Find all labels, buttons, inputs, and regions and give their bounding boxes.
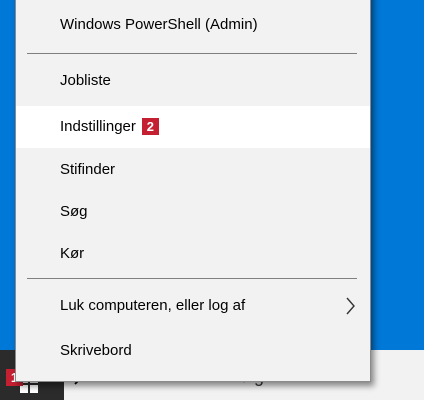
menu-item-search[interactable]: Søg (16, 191, 370, 233)
menu-item-label: Søg (60, 203, 88, 220)
menu-item-label: Windows PowerShell (Admin) (60, 16, 258, 33)
menu-separator (27, 53, 357, 54)
menu-item-label: Indstillinger (60, 118, 136, 135)
menu-item-shutdown-signout[interactable]: Luk computeren, eller log af (16, 285, 370, 327)
menu-item-file-explorer[interactable]: Stifinder (16, 149, 370, 191)
winx-context-menu: Windows PowerShell (Admin) Jobliste Inds… (15, 0, 371, 382)
chevron-right-icon (346, 297, 355, 315)
menu-item-label: Luk computeren, eller log af (60, 297, 246, 314)
menu-item-run[interactable]: Kør (16, 233, 370, 275)
menu-item-powershell-admin[interactable]: Windows PowerShell (Admin) (16, 4, 370, 46)
menu-item-label: Skrivebord (60, 342, 132, 359)
menu-item-desktop[interactable]: Skrivebord (16, 330, 370, 372)
menu-item-settings[interactable]: Indstillinger 2 (16, 106, 370, 148)
menu-separator (27, 278, 357, 279)
menu-item-task-manager[interactable]: Jobliste (16, 60, 370, 102)
menu-item-label: Stifinder (60, 161, 116, 178)
menu-item-label: Jobliste (60, 72, 111, 89)
settings-step-badge: 2 (141, 117, 159, 135)
menu-item-label: Kør (60, 245, 85, 262)
